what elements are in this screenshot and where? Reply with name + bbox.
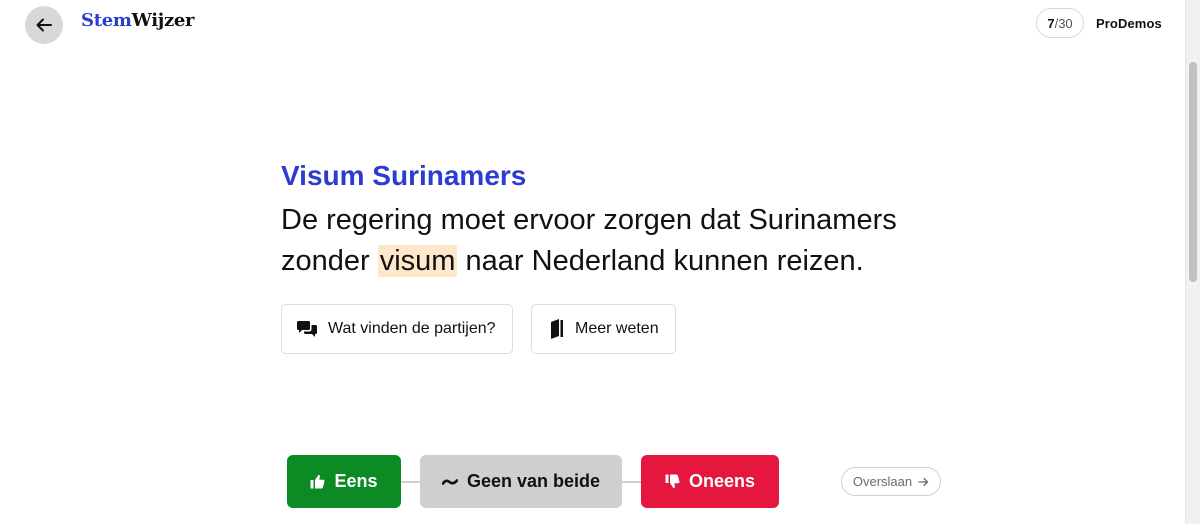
more-info-label: Meer weten (575, 320, 659, 337)
disagree-button[interactable]: Oneens (641, 455, 779, 508)
statement-text-after: naar Nederland kunnen reizen. (457, 245, 864, 277)
tilde-icon (441, 478, 458, 485)
question-progress: 7/30 (1036, 8, 1084, 38)
skip-label: Overslaan (852, 474, 913, 489)
disagree-label: Oneens (688, 471, 756, 491)
neither-label: Geen van beide (466, 471, 601, 491)
progress-total: /30 (1054, 15, 1073, 31)
agree-button[interactable]: Eens (287, 455, 401, 508)
question-statement: De regering moet ervoor zorgen dat Surin… (281, 200, 981, 282)
book-icon (551, 319, 563, 339)
neither-button[interactable]: Geen van beide (420, 455, 622, 508)
party-opinions-label: Wat vinden de partijen? (328, 320, 496, 337)
back-button[interactable] (25, 6, 63, 44)
logo-part-wijzer: Wijzer (131, 10, 195, 31)
progress-current: 7 (1047, 15, 1055, 31)
logo-part-stem: Stem (81, 10, 132, 31)
more-info-button[interactable]: Meer weten (531, 304, 676, 354)
stemwijzer-logo[interactable]: StemWijzer (81, 10, 195, 31)
arrow-right-icon (918, 477, 929, 486)
chat-bubbles-icon (297, 321, 317, 337)
thumbs-up-icon (310, 474, 325, 489)
skip-button[interactable]: Overslaan (841, 467, 941, 496)
arrow-left-icon (36, 18, 52, 32)
party-opinions-button[interactable]: Wat vinden de partijen? (281, 304, 513, 354)
prodemos-logo[interactable]: ProDemos (1096, 16, 1162, 31)
statement-highlight-term[interactable]: visum (377, 245, 458, 277)
question-topic: Visum Surinamers (281, 160, 527, 191)
thumbs-down-icon (665, 474, 680, 489)
agree-label: Eens (334, 471, 378, 491)
scrollbar-thumb[interactable] (1189, 62, 1197, 282)
scrollbar[interactable] (1185, 0, 1200, 524)
